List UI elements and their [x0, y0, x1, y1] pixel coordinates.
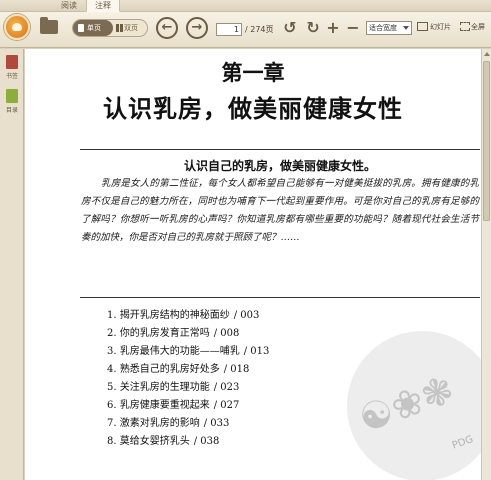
next-page-button[interactable]: → — [186, 17, 208, 39]
rotate-right-icon[interactable]: ↻ — [305, 19, 321, 37]
sidebar-item-label: 书签 — [5, 73, 18, 80]
open-folder-icon[interactable] — [40, 17, 58, 34]
fullscreen-button[interactable]: 全屏 — [471, 22, 485, 33]
watermark-label: PDG — [450, 433, 475, 452]
fit-mode-value: 适合宽度 — [369, 24, 397, 32]
toc-item-title: 7. 激素对乳房的影响 — [107, 418, 200, 429]
scroll-thumb[interactable] — [483, 61, 490, 221]
toc-item-page: / 008 — [213, 328, 240, 339]
page-number-input[interactable]: 1 — [216, 23, 242, 36]
sidebar-item-toc[interactable]: 目录 — [2, 89, 22, 114]
rotate-left-icon[interactable]: ↺ — [282, 19, 298, 37]
toc-icon — [6, 89, 18, 103]
chapter-title: 认识乳房，做美丽健康女性 — [103, 94, 403, 123]
toc-item-title: 3. 乳房最伟大的功能——哺乳 — [107, 346, 240, 357]
zoom-in-icon[interactable]: + — [325, 19, 341, 37]
fullscreen-icon[interactable] — [460, 22, 470, 31]
vertical-scrollbar[interactable] — [481, 49, 491, 480]
toc-item-page: / 013 — [243, 346, 270, 357]
toc-item-title: 4. 熟悉自己的乳房好处多 — [107, 364, 220, 375]
zoom-out-icon[interactable]: − — [345, 19, 361, 37]
single-page-button[interactable]: 单页 — [73, 20, 113, 36]
page-total-label: / 274页 — [245, 25, 274, 34]
sidebar-item-label: 目录 — [5, 107, 18, 114]
toc-item-title: 1. 揭开乳房结构的神秘面纱 — [107, 310, 230, 321]
document-page: 第一章 认识乳房，做美丽健康女性 认识自己的乳房，做美丽健康女性。 乳房是女人的… — [25, 49, 481, 480]
prev-page-button[interactable]: ← — [156, 17, 178, 39]
watermark-glyphs: ☯❀❃ — [352, 366, 460, 442]
slideshow-button[interactable]: 幻灯片 — [430, 22, 451, 33]
toc-item-page: / 023 — [213, 382, 240, 393]
toc-item-page: / 027 — [213, 400, 240, 411]
toc-item-title: 6. 乳房健康要重视起来 — [107, 400, 210, 411]
chapter-number: 第一章 — [221, 60, 285, 85]
title-bar: 阅读 注释 — [0, 0, 491, 12]
toc-item-page: / 003 — [233, 310, 260, 321]
divider — [80, 149, 480, 150]
toc-item-page: / 018 — [223, 364, 250, 375]
scroll-up-icon[interactable] — [483, 50, 491, 58]
intro-paragraph: 乳房是女人的第二性征，每个女人都希望自己能够有一对健美挺拔的乳房。拥有健康的乳房… — [81, 178, 479, 243]
toc-item-title: 2. 你的乳房发育正常吗 — [107, 328, 210, 339]
slideshow-icon[interactable] — [417, 22, 428, 31]
fit-mode-select[interactable]: 适合宽度 — [366, 21, 412, 35]
toc-item-page: / 038 — [193, 436, 220, 447]
chevron-down-icon — [403, 26, 409, 30]
tab-read[interactable]: 阅读 — [52, 0, 86, 12]
double-page-button[interactable]: 双页 — [113, 20, 148, 36]
side-panel: 书签 目录 — [0, 49, 24, 480]
divider — [80, 297, 480, 298]
sidebar-item-bookmarks[interactable]: 书签 — [2, 55, 22, 80]
intro-heading: 认识自己的乳房，做美丽健康女性。 — [183, 159, 376, 173]
app-logo-icon[interactable] — [4, 14, 30, 40]
view-mode-toggle: 单页 双页 — [72, 19, 148, 37]
toc-item-title: 5. 关注乳房的生理功能 — [107, 382, 210, 393]
toc-item[interactable]: 1. 揭开乳房结构的神秘面纱/ 003 — [107, 307, 447, 325]
toc-item-page: / 033 — [203, 418, 230, 429]
bookmark-icon — [6, 55, 18, 69]
toc-item-title: 8. 莫给女婴挤乳头 — [107, 436, 190, 447]
tab-annotate[interactable]: 注释 — [86, 0, 120, 12]
